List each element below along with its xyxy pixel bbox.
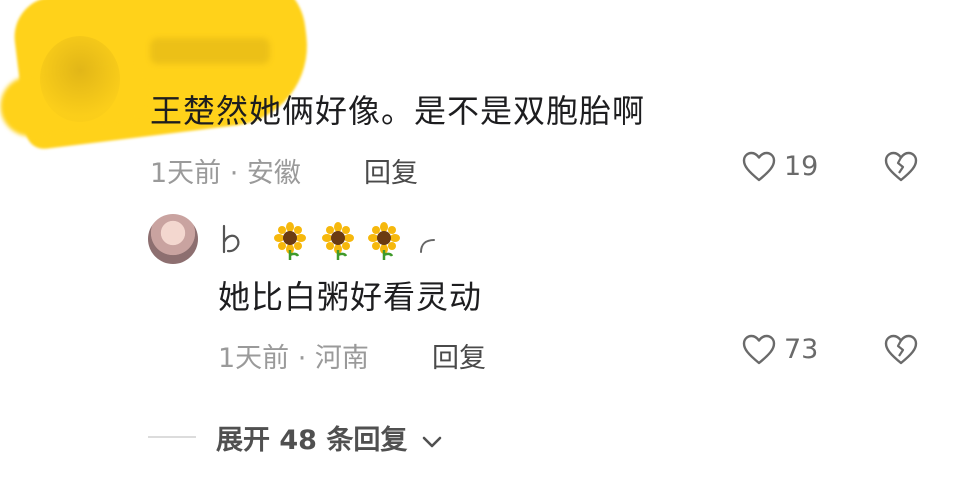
- reply-text: 她比白粥好看灵动: [218, 278, 483, 316]
- username[interactable]: [150, 38, 270, 64]
- heart-icon[interactable]: [742, 334, 776, 366]
- reply-meta: 1天前 · 河南: [218, 343, 369, 374]
- dislike-broken-heart-icon[interactable]: [884, 151, 918, 183]
- username-glyph-icon[interactable]: [218, 222, 250, 258]
- dislike-broken-heart-icon[interactable]: [884, 334, 918, 366]
- avatar[interactable]: [40, 36, 120, 122]
- like-count: 19: [784, 151, 819, 182]
- sunflower-emoji: [320, 222, 356, 260]
- reply-avatar[interactable]: [148, 214, 198, 264]
- hook-glyph-icon: [418, 236, 440, 254]
- like-count: 73: [784, 334, 819, 365]
- comment-text: 王楚然她俩好像。是不是双胞胎啊: [150, 92, 646, 130]
- expand-replies-label: 展开 48 条回复: [216, 425, 408, 456]
- reply-button[interactable]: 回复: [364, 151, 418, 190]
- sunflower-emoji: [366, 222, 402, 260]
- comment-meta: 1天前 · 安徽: [150, 158, 301, 189]
- sunflower-emoji: [272, 222, 308, 260]
- expand-replies-button[interactable]: 展开 48 条回复: [216, 418, 443, 457]
- expand-divider: [148, 436, 196, 438]
- reply-button[interactable]: 回复: [432, 336, 486, 375]
- chevron-down-icon: [421, 434, 443, 450]
- heart-icon[interactable]: [742, 151, 776, 183]
